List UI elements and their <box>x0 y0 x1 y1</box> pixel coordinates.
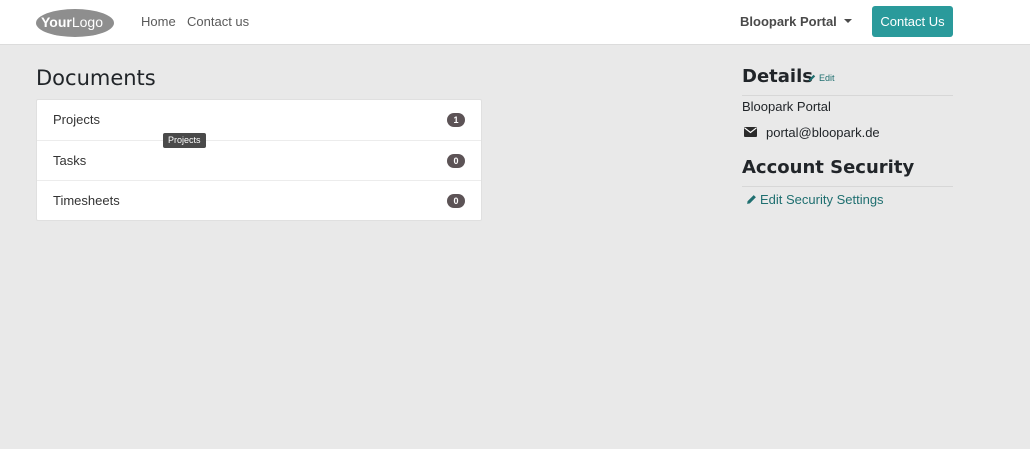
envelope-icon <box>744 127 757 137</box>
documents-row-timesheets[interactable]: Timesheets 0 <box>37 181 481 222</box>
count-badge: 1 <box>447 113 465 127</box>
edit-security-settings-link[interactable]: Edit Security Settings <box>746 192 884 207</box>
count-badge: 0 <box>447 194 465 208</box>
portal-user-dropdown[interactable]: Bloopark Portal <box>740 14 852 29</box>
pencil-icon <box>747 195 756 204</box>
logo[interactable]: YourLogo <box>35 6 115 38</box>
documents-list: Projects 1 Tasks 0 Timesheets 0 <box>36 99 482 221</box>
documents-title: Documents <box>36 66 156 90</box>
svg-text:YourLogo: YourLogo <box>41 14 103 30</box>
edit-label: Edit <box>819 73 835 83</box>
tooltip: Projects <box>163 133 206 148</box>
pencil-icon <box>808 74 816 82</box>
documents-row-label: Timesheets <box>53 193 120 208</box>
caret-down-icon <box>843 19 852 23</box>
account-security-title: Account Security <box>742 157 915 178</box>
divider <box>742 186 953 187</box>
edit-security-label: Edit Security Settings <box>760 192 884 207</box>
edit-details-link[interactable]: Edit <box>808 73 835 83</box>
nav-contact-link[interactable]: Contact us <box>187 14 249 29</box>
details-title: Details <box>742 66 813 87</box>
documents-row-tasks[interactable]: Tasks 0 <box>37 141 481 181</box>
contact-us-button[interactable]: Contact Us <box>872 6 953 37</box>
count-badge: 0 <box>447 153 465 168</box>
portal-user-label: Bloopark Portal <box>740 14 837 29</box>
documents-row-label: Tasks <box>53 152 87 168</box>
top-navbar: YourLogo Home Contact us Bloopark Portal… <box>0 0 1030 45</box>
documents-row-label: Projects <box>53 112 100 127</box>
company-name: Bloopark Portal <box>742 99 831 114</box>
documents-row-projects[interactable]: Projects 1 <box>37 100 481 141</box>
divider <box>742 95 953 96</box>
nav-home-link[interactable]: Home <box>141 14 176 29</box>
email-address: portal@bloopark.de <box>766 125 880 140</box>
